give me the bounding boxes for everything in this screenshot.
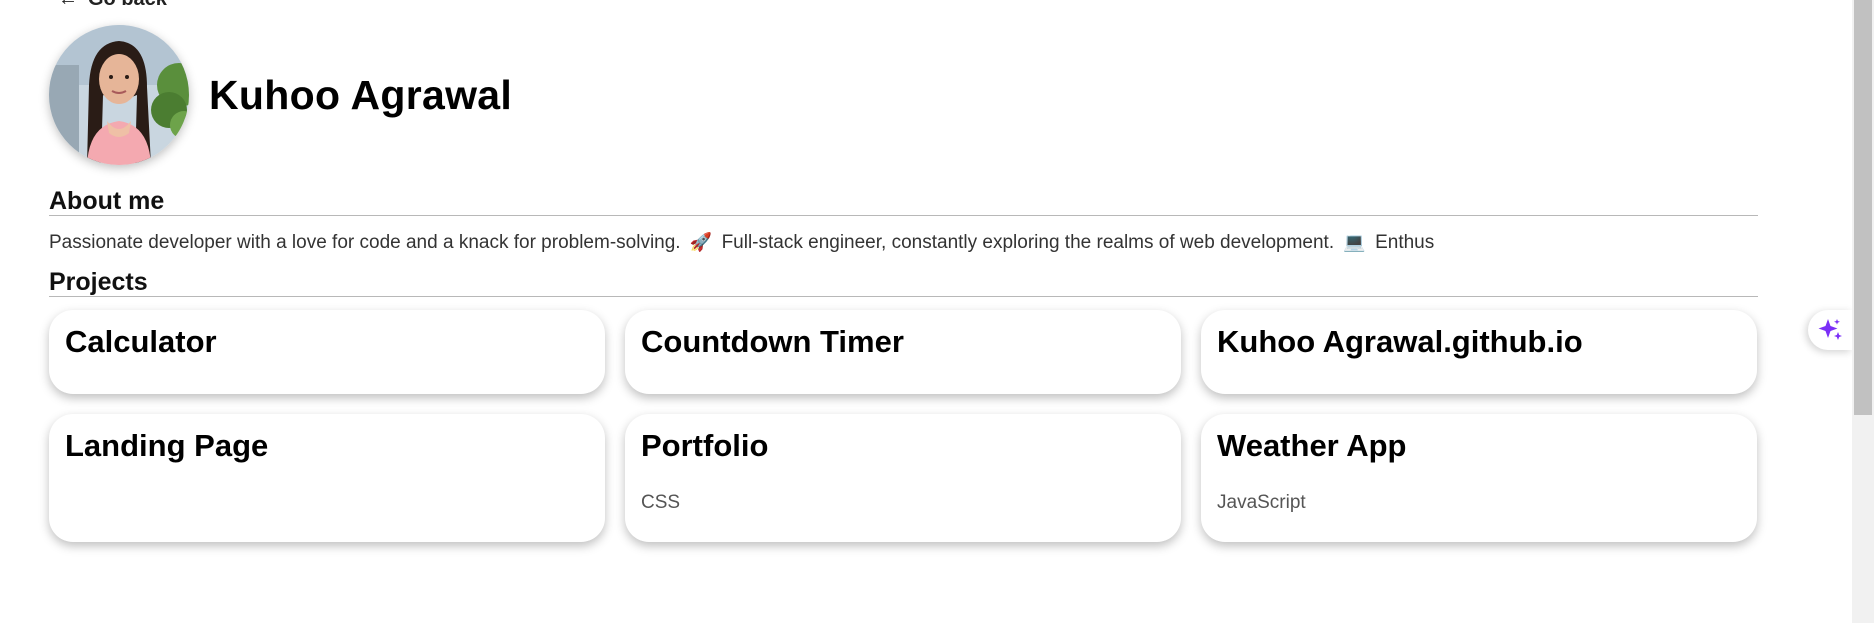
ai-assistant-button[interactable]: [1808, 310, 1852, 350]
about-text-part1: Passionate developer with a love for cod…: [49, 232, 681, 253]
project-grid: Calculator Countdown Timer Kuhoo Agrawal…: [49, 310, 1758, 542]
about-text-part3: Enthus: [1375, 232, 1435, 253]
project-title: Calculator: [65, 324, 217, 359]
project-language: CSS: [641, 492, 681, 513]
about-divider: [49, 215, 1758, 216]
go-back-link[interactable]: ← Go back: [58, 0, 167, 11]
about-heading: About me: [49, 187, 165, 215]
rocket-icon: 🚀: [689, 232, 713, 252]
sparkle-icon: [1818, 319, 1842, 340]
project-title: Portfolio: [641, 428, 769, 463]
project-title: Weather App: [1217, 428, 1407, 463]
vertical-scrollbar[interactable]: [1852, 0, 1874, 623]
project-card[interactable]: Landing Page: [49, 414, 605, 542]
project-title: Kuhoo Agrawal.github.io: [1217, 324, 1583, 359]
projects-divider: [49, 296, 1758, 297]
projects-heading: Projects: [49, 268, 148, 296]
about-text-part2: Full-stack engineer, constantly explorin…: [721, 232, 1335, 253]
project-language: JavaScript: [1217, 492, 1306, 513]
project-title: Countdown Timer: [641, 324, 904, 359]
go-back-label: Go back: [88, 0, 167, 10]
profile-header: Kuhoo Agrawal: [49, 25, 512, 165]
about-text: Passionate developer with a love for cod…: [49, 232, 1434, 254]
project-card[interactable]: Weather App JavaScript: [1201, 414, 1757, 542]
project-card[interactable]: Portfolio CSS: [625, 414, 1181, 542]
profile-name: Kuhoo Agrawal: [209, 71, 513, 118]
scrollbar-thumb[interactable]: [1854, 0, 1872, 415]
project-card[interactable]: Kuhoo Agrawal.github.io: [1201, 310, 1757, 394]
project-card[interactable]: Calculator: [49, 310, 605, 394]
project-title: Landing Page: [65, 428, 269, 463]
laptop-icon: 💻: [1343, 232, 1366, 252]
project-card[interactable]: Countdown Timer: [625, 310, 1181, 394]
arrow-left-icon: ←: [58, 0, 78, 10]
avatar: [49, 25, 189, 165]
